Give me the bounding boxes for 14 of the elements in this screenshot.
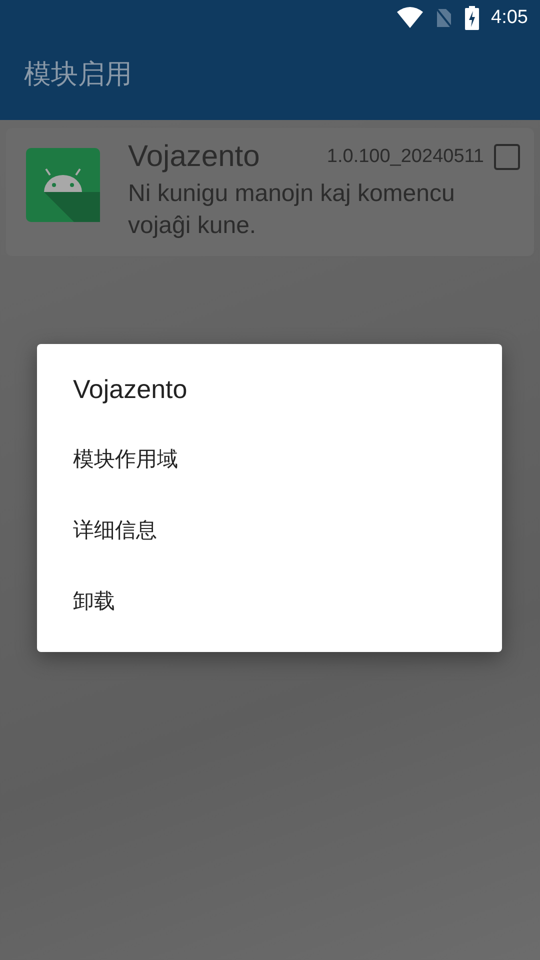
dialog-menu-item[interactable]: 详细信息: [73, 494, 502, 565]
wifi-icon: [397, 7, 424, 29]
enable-checkbox[interactable]: [494, 144, 520, 170]
module-description: Ni kunigu manojn kaj komencu vojaĝi kune.: [128, 179, 456, 241]
no-sim-icon: [435, 7, 454, 29]
dialog-menu-item[interactable]: 卸载: [73, 565, 502, 636]
module-version: 1.0.100_20240511: [326, 146, 484, 168]
dialog-title: Vojazento: [73, 374, 188, 405]
module-name: Vojazento: [128, 140, 260, 174]
android-icon: [26, 148, 100, 222]
battery-icon: [465, 6, 480, 30]
app-bar-title: 模块启用: [24, 58, 132, 92]
status-time: 4:05: [491, 7, 528, 29]
dialog-menu-item[interactable]: 模块作用域: [73, 423, 502, 494]
